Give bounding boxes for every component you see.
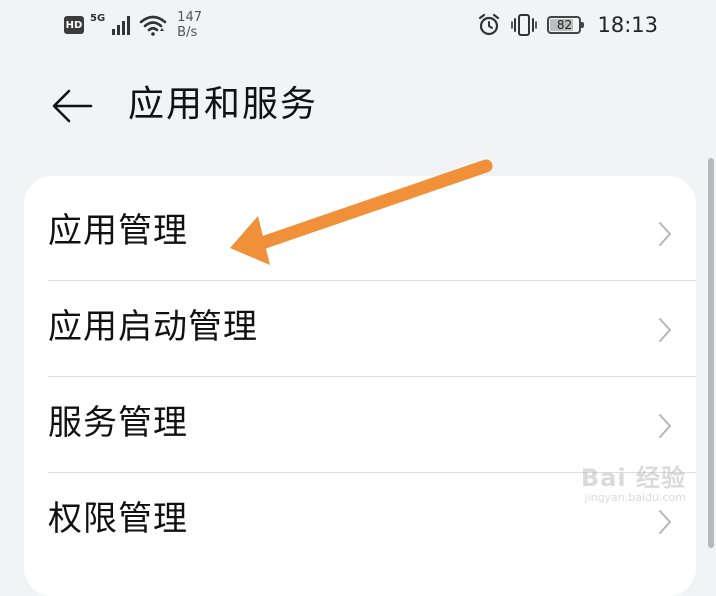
back-button[interactable] (48, 84, 96, 128)
list-item-label: 应用启动管理 (48, 307, 258, 347)
alarm-icon (479, 13, 500, 36)
list-item-label: 应用管理 (48, 211, 188, 251)
list-item-label: 权限管理 (48, 499, 188, 539)
network-speed: 147 B/s (177, 10, 202, 40)
hd-badge: HD (64, 16, 84, 34)
wifi-icon (139, 15, 167, 36)
vibrate-icon (511, 14, 538, 36)
battery-icon: 82 (547, 16, 585, 34)
status-left: HD 5G 147 B/s (64, 10, 202, 40)
speed-unit: B/s (177, 25, 198, 40)
app-header: 应用和服务 (0, 70, 716, 140)
chevron-right-icon (659, 222, 671, 246)
list-item-permission-management[interactable]: 权限管理 (48, 464, 696, 559)
chevron-right-icon (659, 510, 671, 534)
speed-value: 147 (177, 10, 202, 25)
list-item-label: 服务管理 (48, 403, 188, 443)
back-arrow-icon (52, 89, 93, 123)
signal-icon (112, 16, 131, 35)
network-type: 5G (90, 12, 106, 24)
battery-level: 82 (556, 18, 573, 32)
list-item-service-management[interactable]: 服务管理 (48, 368, 696, 463)
settings-card: 应用管理 应用启动管理 服务管理 权限管理 (24, 176, 696, 596)
scrollbar[interactable] (708, 158, 714, 548)
page-title: 应用和服务 (128, 84, 319, 125)
list-item-app-launch-management[interactable]: 应用启动管理 (48, 272, 696, 367)
status-right: 82 18:13 (477, 10, 658, 40)
clock: 18:13 (597, 13, 658, 37)
list-item-app-management[interactable]: 应用管理 (48, 176, 696, 271)
chevron-right-icon (659, 414, 671, 438)
status-bar: HD 5G 147 B/s 82 18:13 (0, 0, 716, 48)
chevron-right-icon (659, 318, 671, 342)
